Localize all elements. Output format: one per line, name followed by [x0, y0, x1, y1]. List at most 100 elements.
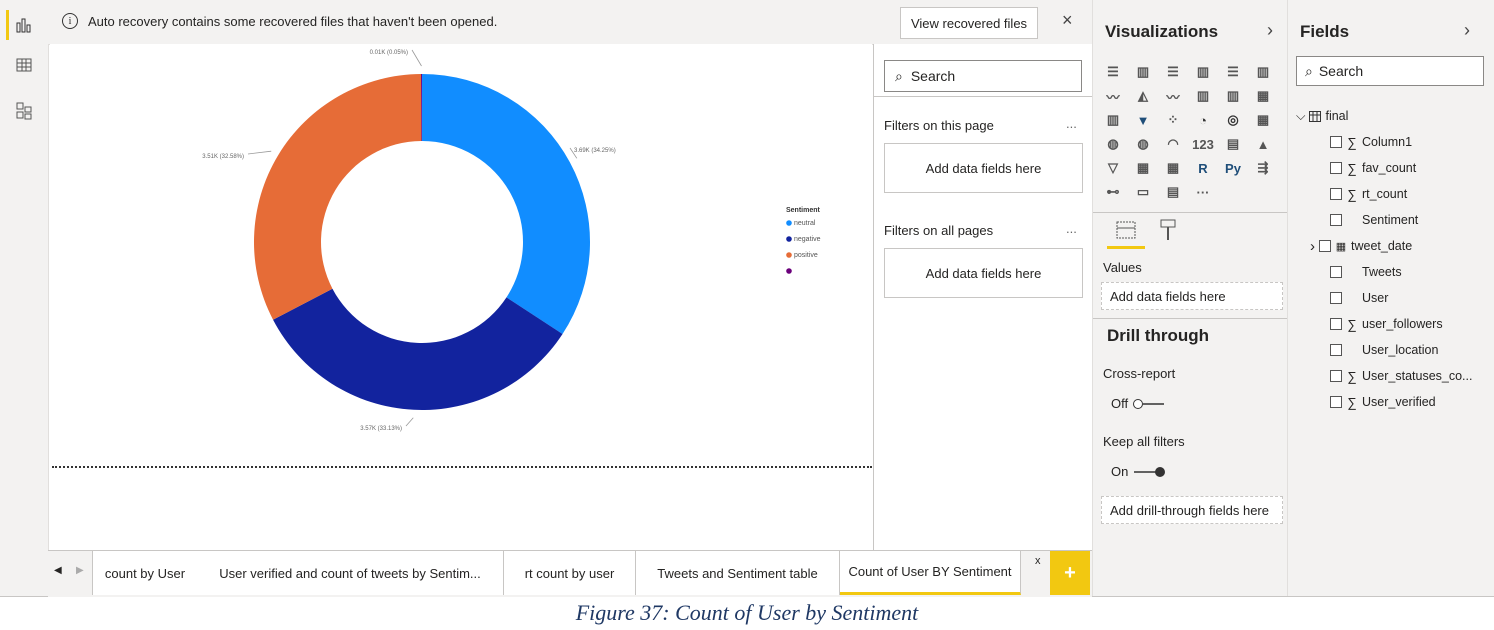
chevron-right-icon[interactable]: ›: [1267, 20, 1273, 41]
close-banner-icon[interactable]: ×: [1062, 10, 1073, 31]
tab-scroll-right-icon[interactable]: ▶: [76, 565, 84, 576]
donut-slice-neutral[interactable]: [422, 74, 590, 335]
decomposition-icon[interactable]: ⊷: [1099, 180, 1127, 204]
field-item[interactable]: ∑ User_verified: [1330, 392, 1436, 412]
fields-well-icon[interactable]: [1115, 220, 1137, 245]
line-clustered-icon[interactable]: ▥: [1219, 84, 1247, 108]
key-influencers-icon[interactable]: ⇶: [1249, 156, 1277, 180]
matrix-icon[interactable]: ▦: [1159, 156, 1187, 180]
legend-item[interactable]: neutral: [794, 220, 816, 227]
legend-item[interactable]: positive: [794, 252, 818, 259]
field-item[interactable]: ∑ rt_count: [1330, 184, 1407, 204]
visual-types-grid: ☰ ▥ ☰ ▥ ☰ ▥ 〰 ◭ 〰 ▥ ▥ ▦ ▥ ▼ ⁘ ◔ ◎ ▦ ◍ ◍ ◠ 123 ▤ ▲ ▽ ▦ ▦ R Py ⇶ ⊷ ▭ ▤ ···: [1099, 60, 1279, 204]
field-item[interactable]: Tweets: [1330, 262, 1402, 282]
field-item[interactable]: Sentiment: [1330, 210, 1418, 230]
field-checkbox[interactable]: [1330, 396, 1342, 408]
legend-marker[interactable]: [786, 220, 792, 226]
donut-chart[interactable]: 3.69K (34.25%) 3.57K (33.13%) 3.51K (32.58…: [50, 44, 872, 550]
field-item[interactable]: ∑ user_followers: [1330, 314, 1443, 334]
R-icon[interactable]: R: [1189, 156, 1217, 180]
close-tab-icon[interactable]: x: [1035, 555, 1041, 567]
field-checkbox[interactable]: [1330, 136, 1342, 148]
scatter-icon[interactable]: ⁘: [1159, 108, 1187, 132]
more-icon[interactable]: ···: [1189, 180, 1217, 204]
field-item[interactable]: User_location: [1330, 340, 1438, 360]
field-checkbox[interactable]: [1330, 344, 1342, 356]
chevron-right-icon[interactable]: ›: [1310, 238, 1315, 255]
filters-all-more-icon[interactable]: ...: [1066, 221, 1077, 236]
fields-search[interactable]: ⌕ Search: [1296, 56, 1484, 86]
kpi-icon[interactable]: ▲: [1249, 132, 1277, 156]
multirow-card-icon[interactable]: ▤: [1219, 132, 1247, 156]
chevron-right-icon[interactable]: ›: [1464, 20, 1470, 41]
map-icon[interactable]: ◍: [1099, 132, 1127, 156]
qa-icon[interactable]: ▭: [1129, 180, 1157, 204]
report-view-icon[interactable]: [8, 10, 40, 40]
field-checkbox[interactable]: [1319, 240, 1331, 252]
funnel-icon[interactable]: ▼: [1129, 108, 1157, 132]
model-view-icon[interactable]: [8, 96, 40, 126]
tab-tweets-sentiment[interactable]: Tweets and Sentiment table: [636, 551, 840, 595]
format-paint-icon[interactable]: [1157, 218, 1179, 247]
line-column-icon[interactable]: ▥: [1189, 84, 1217, 108]
values-dropzone[interactable]: Add data fields here: [1101, 282, 1283, 310]
stacked-column-icon[interactable]: ▥: [1129, 60, 1157, 84]
gauge-icon[interactable]: ◠: [1159, 132, 1187, 156]
report-canvas[interactable]: 3.69K (34.25%) 3.57K (33.13%) 3.51K (32.58…: [50, 44, 872, 550]
donut-icon[interactable]: ◎: [1219, 108, 1247, 132]
line-icon[interactable]: 〰: [1099, 84, 1127, 108]
slicer-icon[interactable]: ▽: [1099, 156, 1127, 180]
pie-icon[interactable]: ◔: [1189, 108, 1217, 132]
cross-report-toggle[interactable]: Off: [1111, 396, 1166, 411]
clustered-bar-icon[interactable]: ☰: [1159, 60, 1187, 84]
legend-marker[interactable]: [786, 252, 792, 258]
Py-icon[interactable]: Py: [1219, 156, 1247, 180]
clustered-column-icon[interactable]: ▥: [1189, 60, 1217, 84]
treemap-icon[interactable]: ▦: [1249, 108, 1277, 132]
field-checkbox[interactable]: [1330, 266, 1342, 278]
donut-slice-negative[interactable]: [273, 288, 563, 411]
table-icon[interactable]: ▦: [1129, 156, 1157, 180]
data-view-icon[interactable]: [8, 50, 40, 80]
legend-marker[interactable]: [786, 236, 792, 242]
100-column-icon[interactable]: ▥: [1249, 60, 1277, 84]
stacked-bar-icon[interactable]: ☰: [1099, 60, 1127, 84]
visualizations-pane: Visualizations › ☰ ▥ ☰ ▥ ☰ ▥ 〰 ◭ 〰 ▥ ▥ ▦ ▥ ▼ ⁘ ◔ ◎ ▦ ◍ ◍ ◠ 12…: [1092, 0, 1287, 596]
tab-scroll-left-icon[interactable]: ◀: [54, 565, 62, 576]
100-bar-icon[interactable]: ☰: [1219, 60, 1247, 84]
field-checkbox[interactable]: [1330, 162, 1342, 174]
tab-count-by-user[interactable]: count by User: [92, 551, 198, 595]
legend-item[interactable]: negative: [794, 236, 821, 243]
field-item[interactable]: ∑ fav_count: [1330, 158, 1416, 178]
field-item[interactable]: ∑ User_statuses_co...: [1330, 366, 1472, 386]
add-page-button[interactable]: +: [1050, 551, 1090, 595]
page-filter-dropzone[interactable]: Add data fields here: [884, 143, 1083, 193]
card-icon[interactable]: 123: [1189, 132, 1217, 156]
field-checkbox[interactable]: [1330, 370, 1342, 382]
keep-filters-toggle[interactable]: On: [1111, 464, 1166, 479]
field-item[interactable]: User: [1330, 288, 1388, 308]
waterfall-icon[interactable]: ▥: [1099, 108, 1127, 132]
ribbon-icon[interactable]: ▦: [1249, 84, 1277, 108]
tab-user-verified[interactable]: User verified and count of tweets by Sen…: [197, 551, 504, 595]
area-icon[interactable]: ◭: [1129, 84, 1157, 108]
field-checkbox[interactable]: [1330, 188, 1342, 200]
paginated-icon[interactable]: ▤: [1159, 180, 1187, 204]
table-node-final[interactable]: ⌵ final: [1296, 106, 1348, 126]
all-pages-filter-dropzone[interactable]: Add data fields here: [884, 248, 1083, 298]
filters-search[interactable]: ⌕ Search: [884, 60, 1082, 92]
tab-count-of-user-by-sentiment[interactable]: Count of User BY Sentiment: [840, 551, 1021, 595]
legend-marker[interactable]: [786, 268, 792, 274]
view-recovered-files-button[interactable]: View recovered files: [900, 7, 1038, 39]
tab-rt-count[interactable]: rt count by user: [504, 551, 636, 595]
filters-page-more-icon[interactable]: ...: [1066, 116, 1077, 131]
donut-slice-positive[interactable]: [254, 74, 422, 320]
field-checkbox[interactable]: [1330, 318, 1342, 330]
stacked-area-icon[interactable]: 〰: [1159, 84, 1187, 108]
filled-map-icon[interactable]: ◍: [1129, 132, 1157, 156]
field-item[interactable]: › ▦ tweet_date: [1310, 236, 1412, 256]
field-checkbox[interactable]: [1330, 214, 1342, 226]
field-checkbox[interactable]: [1330, 292, 1342, 304]
field-item[interactable]: ∑ Column1: [1330, 132, 1412, 152]
drill-through-dropzone[interactable]: Add drill-through fields here: [1101, 496, 1283, 524]
